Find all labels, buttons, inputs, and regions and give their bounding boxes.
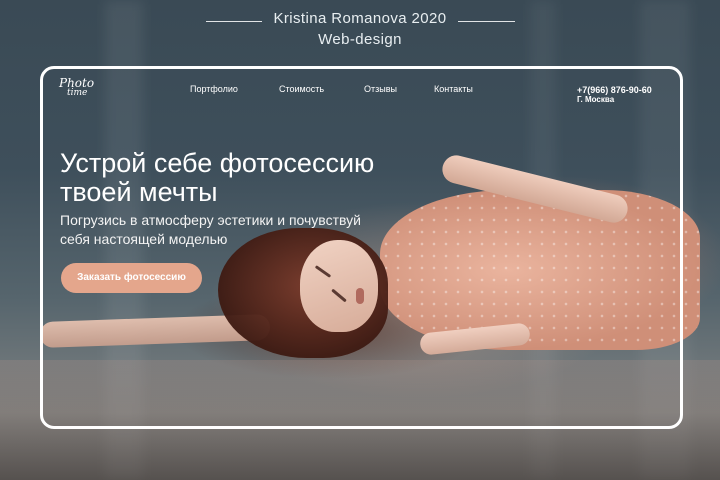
nav-link-portfolio[interactable]: Портфолио	[190, 84, 238, 94]
book-photoshoot-button[interactable]: Заказать фотосессию	[61, 263, 202, 293]
credit-subtitle: Web-design	[318, 31, 402, 48]
city-label: Г. Москва	[577, 95, 615, 104]
nav-link-contacts[interactable]: Контакты	[434, 84, 473, 94]
hero-title: Устрой себе фотосессию твоей мечты	[60, 148, 375, 207]
site-logo[interactable]: Photo time	[59, 76, 99, 102]
nav-link-pricing[interactable]: Стоимость	[279, 84, 324, 94]
nav-link-reviews[interactable]: Отзывы	[364, 84, 397, 94]
logo-word-time: time	[67, 88, 88, 98]
credit-title: Kristina Romanova 2020	[273, 10, 447, 27]
hero-subtitle: Погрузись в атмосферу эстетики и почувст…	[60, 212, 361, 247]
phone-number[interactable]: +7(966) 876-90-60	[577, 85, 652, 95]
